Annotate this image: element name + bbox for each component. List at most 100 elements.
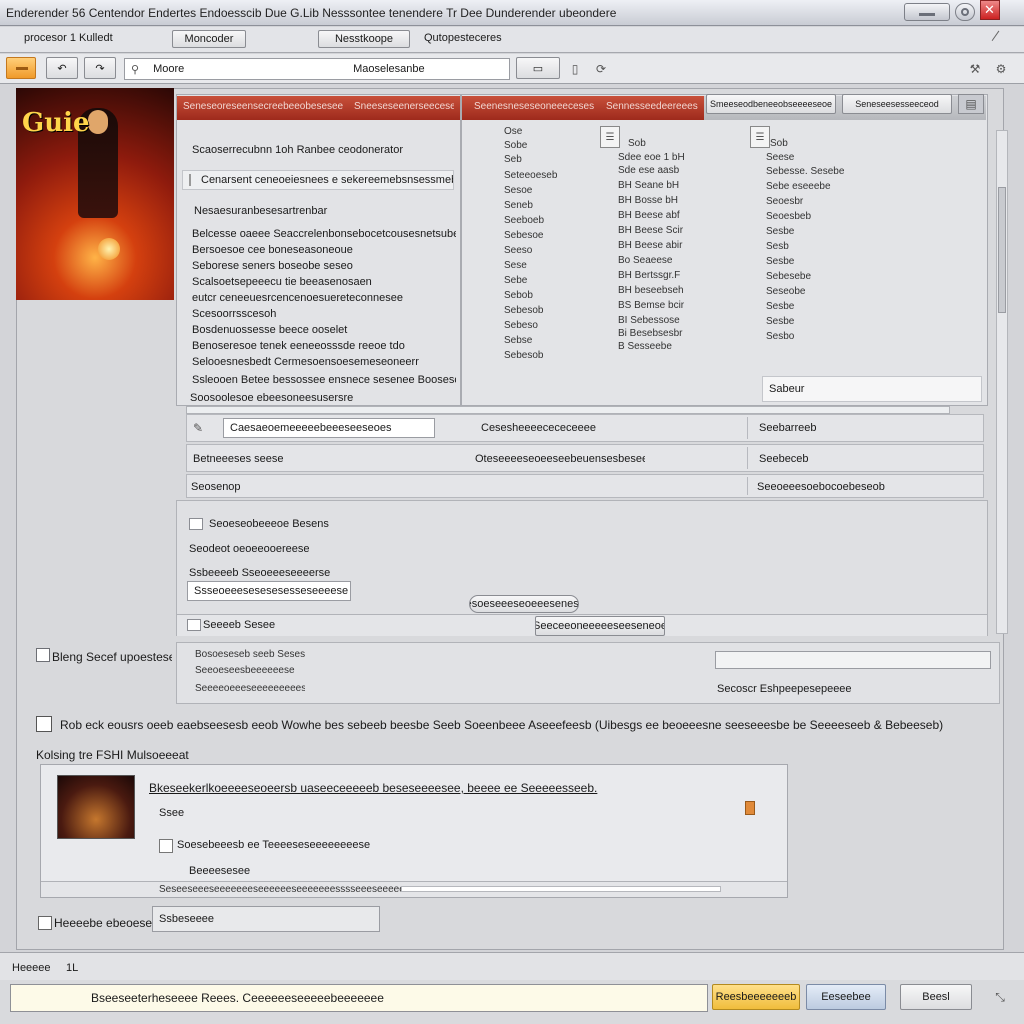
table-cell[interactable]: Sebeso	[504, 320, 584, 335]
table-cell[interactable]: Sebesob	[504, 305, 584, 320]
table-cell[interactable]: Sesbe	[766, 301, 886, 316]
table-cell[interactable]: Sebesse. Sesebe	[766, 166, 886, 181]
category-field[interactable]: Ssbeseeee	[152, 906, 380, 932]
table-cell[interactable]: Sebse	[504, 335, 584, 350]
form-row-1-input[interactable]: Caesaeoemeeeeebeeeseeseoes	[223, 418, 435, 438]
list-item[interactable]: Bersoesoe cee boneseasoneoue	[192, 244, 456, 260]
table-cell[interactable]: Sebe eseeebe	[766, 181, 886, 196]
section-mid-row[interactable]: Bosoeseseb seeb Sesese	[195, 649, 305, 660]
table-cell[interactable]: Seteeoeseb	[504, 170, 584, 185]
minimize-button[interactable]	[904, 3, 950, 21]
list-item[interactable]: Selooesnesbedt Cermesoensoesemeseoneerr	[192, 356, 456, 374]
close-button[interactable]: ✕	[980, 0, 1000, 20]
sub-panel-checkbox[interactable]	[189, 518, 203, 530]
table-cell[interactable]: BS Bemse bcir	[618, 300, 728, 315]
primary-action-button[interactable]: Reesbeeeeeeeb	[712, 984, 800, 1010]
form-row-2-left: Betneeeses seese	[193, 453, 284, 465]
list-item[interactable]: Belcesse oaeee Seaccrelenbonsebocetcouse…	[192, 228, 456, 244]
horizontal-scroll-track[interactable]	[186, 406, 950, 414]
table-cell[interactable]: Seeso	[504, 245, 584, 260]
table-cell[interactable]: Seseobe	[766, 286, 886, 301]
list-item[interactable]: Scesoorrsscesoh	[192, 308, 456, 324]
scrollbar-thumb[interactable]	[998, 187, 1006, 313]
tab-processor[interactable]: procesor 1 Kulledt	[24, 32, 144, 44]
table-cell[interactable]: Bo Seaeese	[618, 255, 728, 270]
go-button[interactable]: ▭	[516, 57, 560, 79]
table-cell[interactable]: Sebe	[504, 275, 584, 290]
sub-panel-ok-button[interactable]: Oesoeseeeseoeeeseneseo	[469, 595, 579, 613]
table-cell[interactable]: Seoesbeb	[766, 211, 886, 226]
table-cell[interactable]: BH Beese abir	[618, 240, 728, 255]
list-item[interactable]: Benoseresoe tenek eeneeosssde reeoe tdo	[192, 340, 456, 356]
section-mid-field[interactable]	[715, 651, 991, 669]
table-cell[interactable]: BI Sebessose	[618, 315, 728, 328]
grid-filter-button[interactable]: Smeeseodbeneeobseeeeseoe	[706, 94, 836, 114]
table-cell[interactable]: Sebesoe	[504, 230, 584, 245]
table-cell[interactable]: BH Seane bH	[618, 180, 728, 195]
col2-head: Sobe	[504, 140, 528, 151]
list-item[interactable]: Seborese seners boseobe seseo	[192, 260, 456, 276]
table-cell[interactable]: Sesb	[766, 241, 886, 256]
notice-checkbox[interactable]	[36, 716, 52, 732]
refresh-icon[interactable]: ⟳	[592, 60, 610, 78]
form-row-2-divider	[747, 447, 748, 469]
table-cell[interactable]: BH Beese Scir	[618, 225, 728, 240]
checkbox-icon	[189, 174, 191, 186]
section-mid-row[interactable]: Seeeeoeeeseeeeeeeeesee	[195, 683, 305, 694]
section-mid-checkbox[interactable]	[36, 648, 50, 662]
table-cell[interactable]: Bi Besebsesbr	[618, 328, 728, 341]
table-cell[interactable]: Sebesebe	[766, 271, 886, 286]
section-mid-row[interactable]: Seeoeseesbeeeeeese	[195, 665, 305, 676]
table-cell[interactable]: Seeboeb	[504, 215, 584, 230]
footer-checkbox[interactable]	[187, 619, 201, 631]
cancel-button[interactable]: Beesl	[900, 984, 972, 1010]
media-row-2-checkbox[interactable]	[159, 839, 173, 853]
sub-panel-field[interactable]: Ssseoeeesesesesesseseeeese	[187, 581, 351, 601]
secondary-action-button[interactable]: Eeseebee	[806, 984, 886, 1010]
table-cell[interactable]: Seoesbr	[766, 196, 886, 211]
table-cell[interactable]: Sde ese aasb	[618, 165, 728, 180]
tools-icon[interactable]: ⚒	[966, 60, 984, 78]
home-button[interactable]	[6, 57, 36, 79]
table-cell[interactable]: Seneb	[504, 200, 584, 215]
table-cell[interactable]: Sebob	[504, 290, 584, 305]
media-progress	[401, 886, 721, 892]
list-item[interactable]: eutcr ceneeuesrcencenoesuereteconnesee	[192, 292, 456, 308]
document-icon[interactable]: ▯	[566, 60, 584, 78]
command-input[interactable]: Bseeseeterheseeee Reees. Ceeeeeeseeeeebe…	[10, 984, 708, 1012]
table-cell[interactable]: Sesbo	[766, 331, 886, 346]
table-cell[interactable]: BH Beese abf	[618, 210, 728, 225]
list-item[interactable]: Ssleooen Betee bessossee ensnece sesenee…	[192, 374, 456, 390]
table-cell[interactable]: BH Bertssgr.F	[618, 270, 728, 285]
media-title[interactable]: Bkeseekerlkoeeeeseoeersb uaseeceeeeeb be…	[149, 781, 669, 795]
table-cell[interactable]: B Sesseebe	[618, 341, 728, 354]
path-field[interactable]: ⚲ Moore Maoselesanbe	[124, 58, 510, 80]
sub-panel-center-button[interactable]: Seeceeoneeeeeseeseneoe	[535, 616, 665, 636]
tab-moncoder[interactable]: Moncoder	[172, 30, 246, 48]
table-cell[interactable]: BH Bosse bH	[618, 195, 728, 210]
back-button[interactable]: ↶	[46, 57, 78, 79]
table-cell[interactable]: Sesbe	[766, 316, 886, 331]
table-cell[interactable]: Sese	[504, 260, 584, 275]
table-cell[interactable]: Sesoe	[504, 185, 584, 200]
selected-row[interactable]: Sabeur	[762, 376, 982, 402]
forward-button[interactable]: ↷	[84, 57, 116, 79]
list-item[interactable]: Bosdenuossesse beece ooselet	[192, 324, 456, 340]
tab-qutopes[interactable]: Qutopesteceres	[424, 32, 524, 44]
category-checkbox[interactable]	[38, 916, 52, 930]
tab-nesstkoope[interactable]: Nesstkoope	[318, 30, 410, 48]
table-cell[interactable]: Sdee eoe 1 bH	[618, 152, 728, 165]
table-cell[interactable]: BH beseebseh	[618, 285, 728, 300]
vertical-scrollbar[interactable]	[996, 130, 1008, 634]
settings-icon[interactable]: ⚙	[992, 60, 1010, 78]
left-list-search[interactable]: Cenarsent ceneoeiesnees e sekereemebsnse…	[182, 170, 454, 190]
table-cell[interactable]: Sesbe	[766, 256, 886, 271]
grid-options-icon[interactable]: ▤	[958, 94, 984, 114]
table-cell[interactable]: Sebesob	[504, 350, 584, 365]
grid-sort-button[interactable]: Seneseesesseeceod	[842, 94, 952, 114]
table-cell[interactable]: Sesbe	[766, 226, 886, 241]
table-cell[interactable]: Seese	[766, 152, 886, 166]
maximize-button[interactable]	[955, 3, 975, 21]
list-item[interactable]: Scalsoetsepeeecu tie beeasenosaen	[192, 276, 456, 292]
resize-grip-icon[interactable]: ⤡	[988, 984, 1012, 1010]
